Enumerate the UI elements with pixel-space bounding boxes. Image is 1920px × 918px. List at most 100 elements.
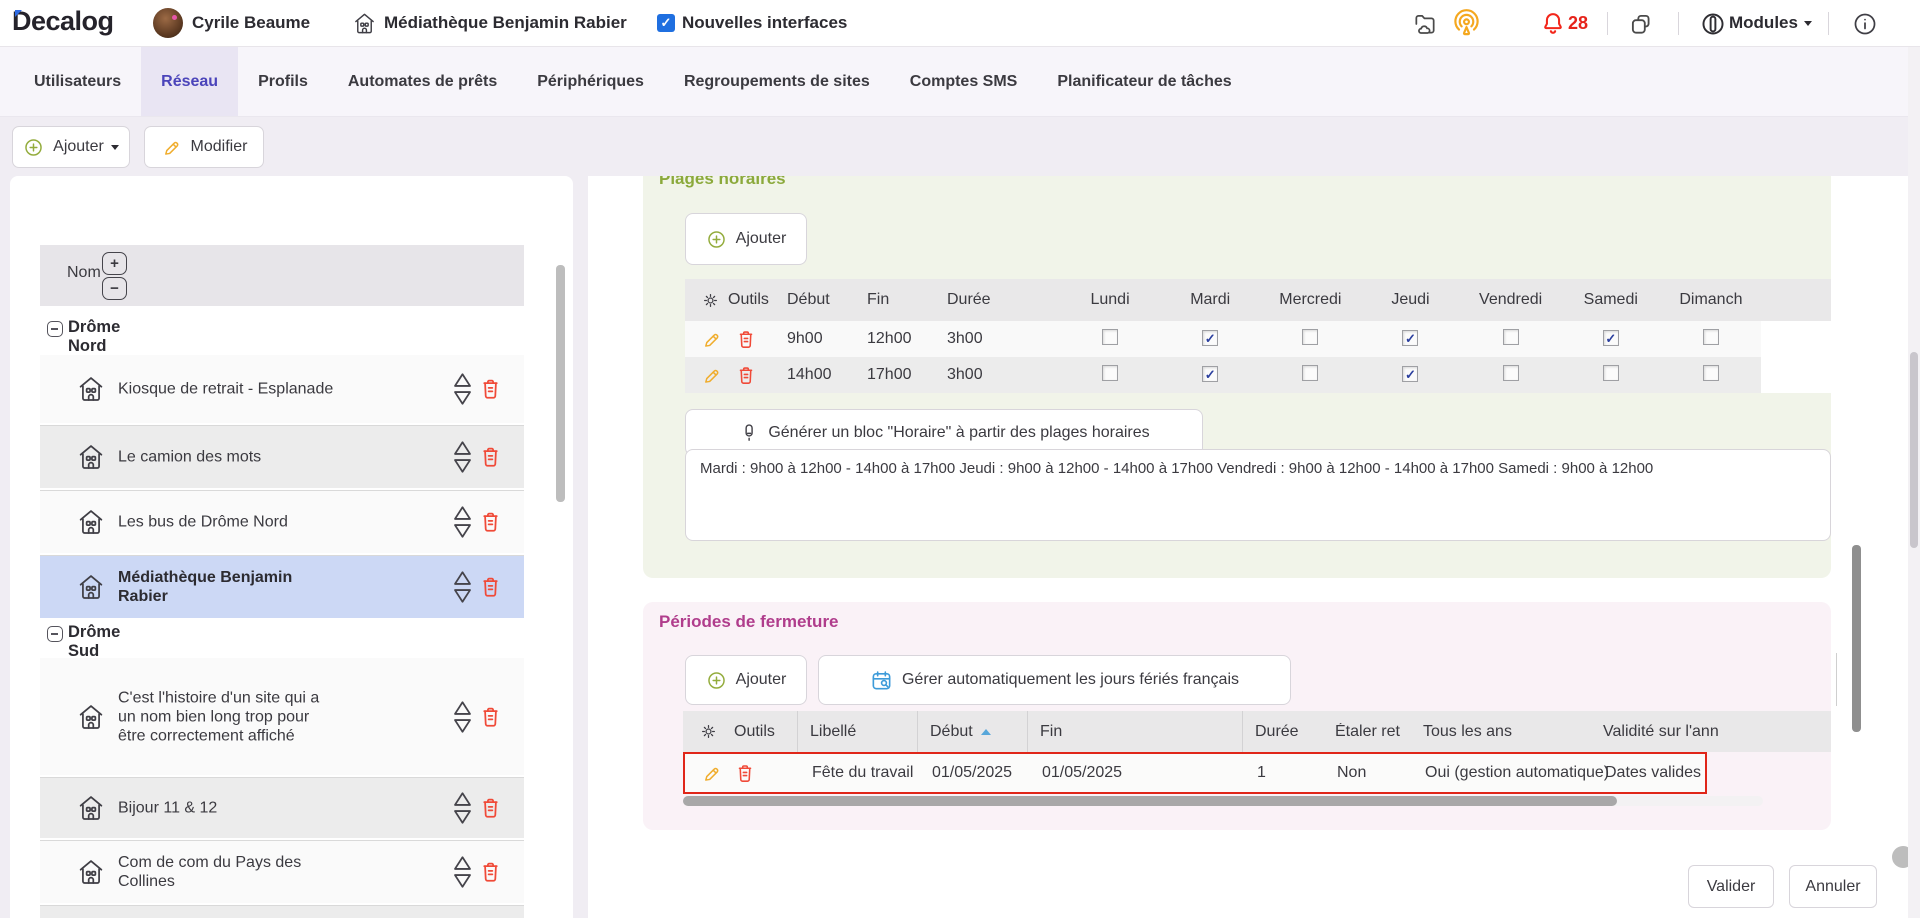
closures-table-header: Outils Libellé Début Fin Durée Étaler re… xyxy=(683,711,1831,752)
tree-group-label: Drôme Nord xyxy=(68,318,120,356)
main-panel-scrollbar[interactable] xyxy=(1852,545,1861,732)
day-checkbox-jeudi[interactable] xyxy=(1402,366,1418,382)
delete-site-button[interactable] xyxy=(478,376,503,406)
tree-item[interactable]: Médiathèque Florent xyxy=(40,905,524,918)
move-down-button[interactable] xyxy=(453,718,472,739)
broadcast-icon[interactable] xyxy=(1452,9,1481,38)
generated-schedule-text[interactable]: Mardi : 9h00 à 12h00 - 14h00 à 17h00 Jeu… xyxy=(685,449,1831,541)
delete-site-button[interactable] xyxy=(478,795,503,825)
day-checkbox-mercredi[interactable] xyxy=(1302,329,1318,345)
column-debut-sorted[interactable]: Début xyxy=(918,711,1028,752)
closure-row-highlighted[interactable]: Fête du travail 01/05/2025 01/05/2025 1 … xyxy=(683,752,1707,794)
delete-site-button[interactable] xyxy=(478,704,503,734)
info-icon[interactable] xyxy=(1852,11,1878,37)
delete-site-button[interactable] xyxy=(478,444,503,474)
modules-menu[interactable]: Modules xyxy=(1729,13,1812,33)
auto-holidays-button[interactable]: Gérer automatiquement les jours fériés f… xyxy=(818,655,1291,705)
add-button[interactable]: Ajouter xyxy=(12,126,130,168)
modify-button[interactable]: Modifier xyxy=(144,126,264,168)
day-checkbox-dimanche[interactable] xyxy=(1703,365,1719,381)
column-duree[interactable]: Durée xyxy=(1243,723,1323,741)
delete-site-button[interactable] xyxy=(478,859,503,889)
tab-comptes-sms[interactable]: Comptes SMS xyxy=(890,47,1038,116)
move-down-button[interactable] xyxy=(453,809,472,830)
tree-item-selected[interactable]: Médiathèque Benjamin Rabier xyxy=(40,555,524,618)
tree-item[interactable]: C'est l'histoire d'un site qui a un nom … xyxy=(40,658,524,775)
add-closure-button[interactable]: Ajouter xyxy=(685,655,807,705)
delete-row-button[interactable] xyxy=(734,762,756,784)
day-checkbox-dimanche[interactable] xyxy=(1703,329,1719,345)
day-checkbox-mercredi[interactable] xyxy=(1302,365,1318,381)
move-down-button[interactable] xyxy=(453,588,472,609)
current-library-name[interactable]: Médiathèque Benjamin Rabier xyxy=(384,13,627,33)
column-label: Outils xyxy=(728,291,769,309)
tab-reseau[interactable]: Réseau xyxy=(141,47,238,116)
collapse-node-icon[interactable] xyxy=(47,321,63,337)
edit-row-button[interactable] xyxy=(701,365,722,386)
user-avatar[interactable] xyxy=(153,8,183,38)
add-schedule-button[interactable]: Ajouter xyxy=(685,213,807,265)
move-down-button[interactable] xyxy=(453,458,472,479)
day-checkbox-lundi[interactable] xyxy=(1102,365,1118,381)
column-tous-les-ans[interactable]: Tous les ans xyxy=(1411,723,1591,741)
schedule-row: 14h00 17h00 3h00 xyxy=(685,357,1831,393)
folder-cloud-icon[interactable] xyxy=(1412,11,1438,37)
day-checkbox-samedi[interactable] xyxy=(1603,365,1619,381)
delete-site-button[interactable] xyxy=(478,574,503,604)
new-interfaces-checkbox[interactable] xyxy=(657,14,675,32)
user-name[interactable]: Cyrile Beaume xyxy=(192,13,310,33)
chevron-down-icon xyxy=(111,145,119,150)
delete-site-button[interactable] xyxy=(478,509,503,539)
notification-bell-icon[interactable] xyxy=(1540,10,1566,36)
cancel-button[interactable]: Annuler xyxy=(1789,865,1877,908)
column-etaler-retour[interactable]: Étaler ret xyxy=(1323,723,1411,741)
tab-peripheriques[interactable]: Périphériques xyxy=(517,47,664,116)
column-fin[interactable]: Fin xyxy=(1028,711,1243,752)
generate-button-label: Générer un bloc "Horaire" à partir des p… xyxy=(768,424,1149,442)
copy-windows-icon[interactable] xyxy=(1628,11,1654,37)
move-down-button[interactable] xyxy=(453,390,472,411)
new-interfaces-label: Nouvelles interfaces xyxy=(682,13,847,33)
tab-regroupements-de-sites[interactable]: Regroupements de sites xyxy=(664,47,890,116)
page-scrollbar[interactable] xyxy=(1908,0,1920,918)
tree-item[interactable]: Bijour 11 & 12 xyxy=(40,777,524,838)
day-checkbox-vendredi[interactable] xyxy=(1503,365,1519,381)
tree-scrollbar[interactable] xyxy=(556,265,565,502)
day-checkbox-mardi[interactable] xyxy=(1202,366,1218,382)
column-fin: Fin xyxy=(855,291,935,309)
tab-automates-de-prets[interactable]: Automates de prêts xyxy=(328,47,517,116)
trash-icon xyxy=(478,509,503,534)
delete-row-button[interactable] xyxy=(735,364,757,386)
day-checkbox-mardi[interactable] xyxy=(1202,330,1218,346)
move-down-button[interactable] xyxy=(453,873,472,894)
tree-item[interactable]: Kiosque de retrait - Esplanade xyxy=(40,355,524,423)
edit-row-button[interactable] xyxy=(701,763,722,784)
column-libelle[interactable]: Libellé xyxy=(798,711,918,752)
collapse-all-button[interactable]: − xyxy=(102,277,127,300)
tab-planificateur-de-taches[interactable]: Planificateur de tâches xyxy=(1037,47,1251,116)
validate-button[interactable]: Valider xyxy=(1688,865,1774,908)
tree-item[interactable]: Le camion des mots xyxy=(40,425,524,488)
page-scrollbar-thumb[interactable] xyxy=(1910,352,1918,548)
day-checkbox-lundi[interactable] xyxy=(1102,329,1118,345)
decalog-logo[interactable]: Decalog xyxy=(12,6,114,37)
column-validite[interactable]: Validité sur l'ann xyxy=(1591,723,1831,741)
move-down-button[interactable] xyxy=(453,523,472,544)
notification-count[interactable]: 28 xyxy=(1568,13,1588,34)
scrollbar-thumb[interactable] xyxy=(683,796,1617,806)
logo-accent xyxy=(15,10,22,17)
sort-ascending-icon xyxy=(981,729,991,735)
table-horizontal-scrollbar[interactable] xyxy=(683,796,1763,806)
tree-item[interactable]: Les bus de Drôme Nord xyxy=(40,490,524,553)
tree-item[interactable]: Com de com du Pays des Collines xyxy=(40,840,524,903)
tab-profils[interactable]: Profils xyxy=(238,47,328,116)
plus-circle-icon xyxy=(23,137,44,158)
collapse-node-icon[interactable] xyxy=(47,626,63,642)
day-checkbox-jeudi[interactable] xyxy=(1402,330,1418,346)
expand-all-button[interactable]: + xyxy=(102,252,127,275)
tab-utilisateurs[interactable]: Utilisateurs xyxy=(14,47,141,116)
edit-row-button[interactable] xyxy=(701,329,722,350)
day-checkbox-vendredi[interactable] xyxy=(1503,329,1519,345)
day-checkbox-samedi[interactable] xyxy=(1603,330,1619,346)
delete-row-button[interactable] xyxy=(735,328,757,350)
